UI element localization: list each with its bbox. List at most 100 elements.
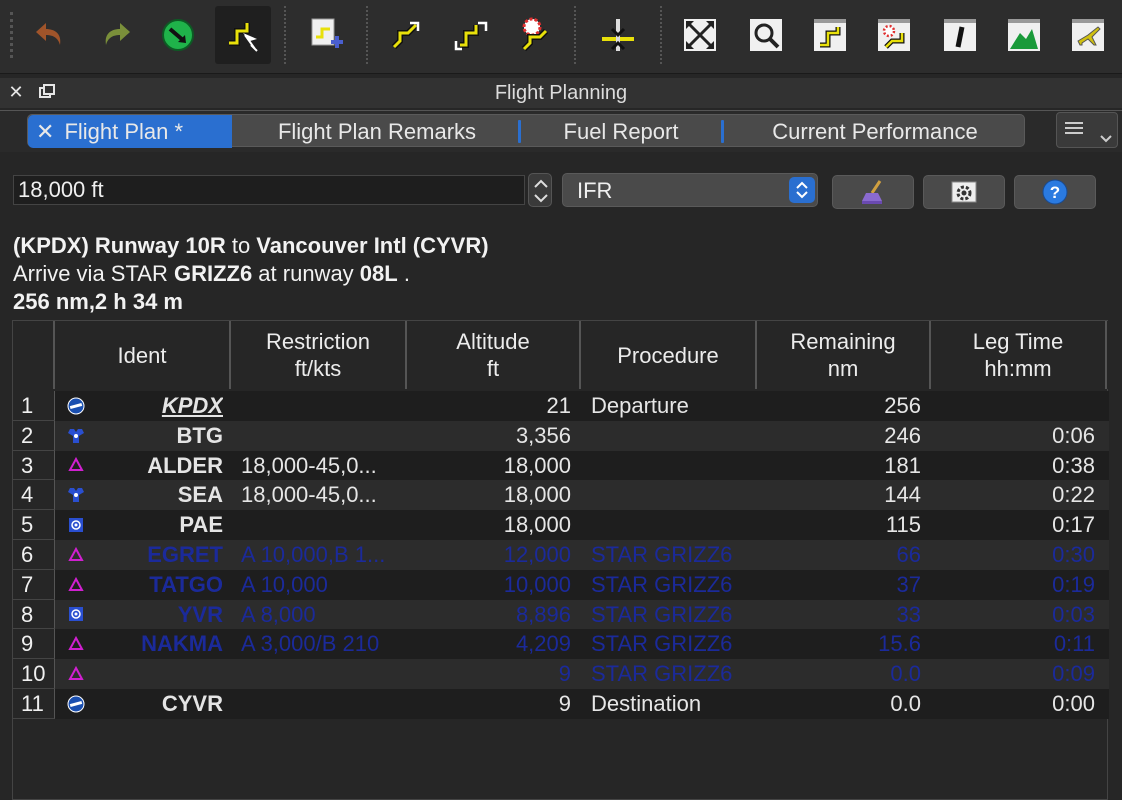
header-label: Restriction ft/kts bbox=[266, 328, 370, 382]
window-title-bar: ✕ Flight Planning bbox=[0, 78, 1122, 108]
cell-leg-time: 0:00 bbox=[1052, 690, 1095, 716]
select-route-button[interactable] bbox=[215, 6, 271, 64]
cell-restriction bbox=[239, 421, 409, 451]
zoom-fit-button[interactable] bbox=[672, 6, 728, 64]
star-name: GRIZZ6 bbox=[173, 261, 253, 286]
table-settings-button[interactable] bbox=[923, 175, 1005, 209]
cell-ident: PAE bbox=[179, 512, 223, 538]
show-profile-button[interactable] bbox=[996, 6, 1052, 64]
waypoint-icon bbox=[61, 540, 91, 570]
table-header: Ident Restriction ft/kts Altitude ft Proce… bbox=[13, 321, 1109, 389]
table-row[interactable]: 11 CYVR 9 Destination 0.0 0:00 bbox=[13, 688, 1109, 719]
row-number: 10 bbox=[13, 659, 55, 689]
undo-button[interactable] bbox=[24, 6, 80, 64]
show-ndb-route-button[interactable] bbox=[866, 6, 922, 64]
waypoint-icon bbox=[61, 451, 91, 481]
toolbar-separator bbox=[660, 6, 662, 64]
airport-icon bbox=[61, 391, 91, 421]
altitude-stepper[interactable] bbox=[528, 173, 552, 207]
cell-remaining: 256 bbox=[884, 393, 921, 418]
undo-arrow-icon bbox=[36, 23, 61, 45]
cell-leg-time: 0:06 bbox=[1052, 422, 1095, 448]
route-line-2: Arrive via STAR GRIZZ6 at runway 08L . bbox=[13, 260, 489, 288]
tab-flight-plan-remarks[interactable]: Flight Plan Remarks bbox=[232, 115, 522, 148]
cell-procedure bbox=[591, 451, 761, 481]
header-line: Leg Time bbox=[972, 329, 1064, 354]
window-title: Flight Planning bbox=[494, 82, 628, 104]
tab-label: Current Performance bbox=[772, 118, 978, 144]
cell-leg-time: 0:19 bbox=[1052, 571, 1095, 597]
header-leg-time[interactable]: Leg Time hh:mm bbox=[931, 321, 1107, 389]
table-row[interactable]: 6 EGRET A 10,000,B 1... 12,000 STAR GRIZZ6 66… bbox=[13, 539, 1109, 570]
header-procedure[interactable]: Procedure bbox=[581, 321, 757, 389]
cell-remaining: 0.0 bbox=[890, 690, 921, 716]
cell-remaining: 37 bbox=[896, 571, 921, 597]
table-row[interactable]: 1 KPDX 21 Departure 256 bbox=[13, 391, 1109, 421]
header-altitude[interactable]: Altitude ft bbox=[407, 321, 581, 389]
route-line-1: (KPDX) Runway 10R to Vancouver Intl (CYV… bbox=[13, 232, 489, 260]
route-line-3: 256 nm,2 h 34 m bbox=[13, 288, 489, 316]
vor-icon bbox=[61, 600, 91, 630]
toolbar-grip[interactable] bbox=[10, 12, 14, 58]
table-row[interactable]: 3 ALDER 18,000-45,0... 18,000 181 0:38 bbox=[13, 450, 1109, 481]
broom-icon bbox=[862, 180, 882, 204]
table-row[interactable]: 8 YVR A 8,000 8,896 STAR GRIZZ6 33 0:03 bbox=[13, 599, 1109, 630]
header-remaining[interactable]: Remaining nm bbox=[757, 321, 931, 389]
cell-procedure bbox=[591, 421, 761, 451]
cell-restriction bbox=[239, 659, 409, 689]
table-row[interactable]: 9 NAKMA A 3,000/B 210 4,209 STAR GRIZZ6 15.6 0… bbox=[13, 629, 1109, 660]
tab-menu-button[interactable] bbox=[1056, 112, 1118, 148]
redo-button[interactable] bbox=[86, 6, 142, 64]
search-map-button[interactable] bbox=[738, 6, 794, 64]
cell-procedure: STAR GRIZZ6 bbox=[591, 601, 733, 627]
airport-icon bbox=[61, 689, 91, 719]
flight-rules-select[interactable]: IFR bbox=[562, 173, 818, 207]
table-row[interactable]: 2 BTG 3,356 246 0:06 bbox=[13, 420, 1109, 451]
table-row[interactable]: 7 TATGO A 10,000 10,000 STAR GRIZZ6 37 0:19 bbox=[13, 569, 1109, 600]
route-ndb-button[interactable] bbox=[508, 6, 564, 64]
cell-procedure: Departure bbox=[591, 393, 689, 418]
cell-restriction bbox=[239, 689, 409, 719]
table-row[interactable]: 10 9 STAR GRIZZ6 0.0 0:09 bbox=[13, 659, 1109, 689]
adjust-altitude-button[interactable] bbox=[590, 6, 646, 64]
calc-route-airway-button[interactable] bbox=[444, 6, 500, 64]
table-row[interactable]: 4 SEA 18,000-45,0... 18,000 144 0:22 bbox=[13, 480, 1109, 511]
waypoint-icon bbox=[61, 659, 91, 689]
close-tab-icon[interactable]: ✕ bbox=[36, 119, 54, 145]
route-arrow-icon bbox=[391, 21, 420, 50]
altitude-adjust-icon bbox=[602, 19, 634, 51]
row-number: 5 bbox=[13, 510, 55, 540]
new-flight-plan-button[interactable] bbox=[298, 6, 354, 64]
help-button[interactable]: ? bbox=[1014, 175, 1096, 209]
route-to-text: to bbox=[225, 233, 257, 258]
cell-procedure: STAR GRIZZ6 bbox=[591, 571, 733, 597]
cell-ident: KPDX bbox=[161, 393, 223, 418]
show-aircraft-button[interactable] bbox=[1060, 6, 1116, 64]
clear-selection-button[interactable] bbox=[832, 175, 914, 209]
tab-current-performance[interactable]: Current Performance bbox=[724, 115, 1026, 148]
header-label: Leg Time hh:mm bbox=[973, 328, 1064, 382]
direct-to-button[interactable] bbox=[150, 6, 206, 64]
show-route-button[interactable] bbox=[802, 6, 858, 64]
table-row[interactable]: 5 PAE 18,000 115 0:17 bbox=[13, 510, 1109, 540]
header-ident[interactable]: Ident bbox=[55, 321, 231, 389]
cell-ident: CYVR bbox=[161, 690, 223, 716]
cell-restriction: 18,000-45,0... bbox=[241, 482, 377, 508]
vordme-icon bbox=[61, 421, 91, 451]
cell-leg-time: 0:17 bbox=[1052, 512, 1095, 538]
cell-leg-time bbox=[933, 391, 1095, 421]
tab-fuel-report[interactable]: Fuel Report bbox=[522, 115, 720, 148]
tab-flight-plan[interactable]: ✕ Flight Plan * bbox=[28, 115, 232, 148]
info-window-icon bbox=[944, 19, 976, 51]
route-summary: (KPDX) Runway 10R to Vancouver Intl (CYV… bbox=[13, 232, 489, 316]
header-line: nm bbox=[827, 356, 859, 381]
calc-route-button[interactable] bbox=[378, 6, 434, 64]
row-number: 7 bbox=[13, 569, 55, 600]
show-info-button[interactable] bbox=[932, 6, 988, 64]
cell-altitude: 18,000 bbox=[503, 452, 571, 478]
header-restriction[interactable]: Restriction ft/kts bbox=[231, 321, 407, 389]
tab-bar: ✕ Flight Plan * Flight Plan Remarks Fuel… bbox=[0, 110, 1122, 152]
vor-icon bbox=[61, 510, 91, 540]
cell-remaining: 66 bbox=[896, 541, 921, 567]
cruise-altitude-input[interactable] bbox=[13, 175, 525, 205]
